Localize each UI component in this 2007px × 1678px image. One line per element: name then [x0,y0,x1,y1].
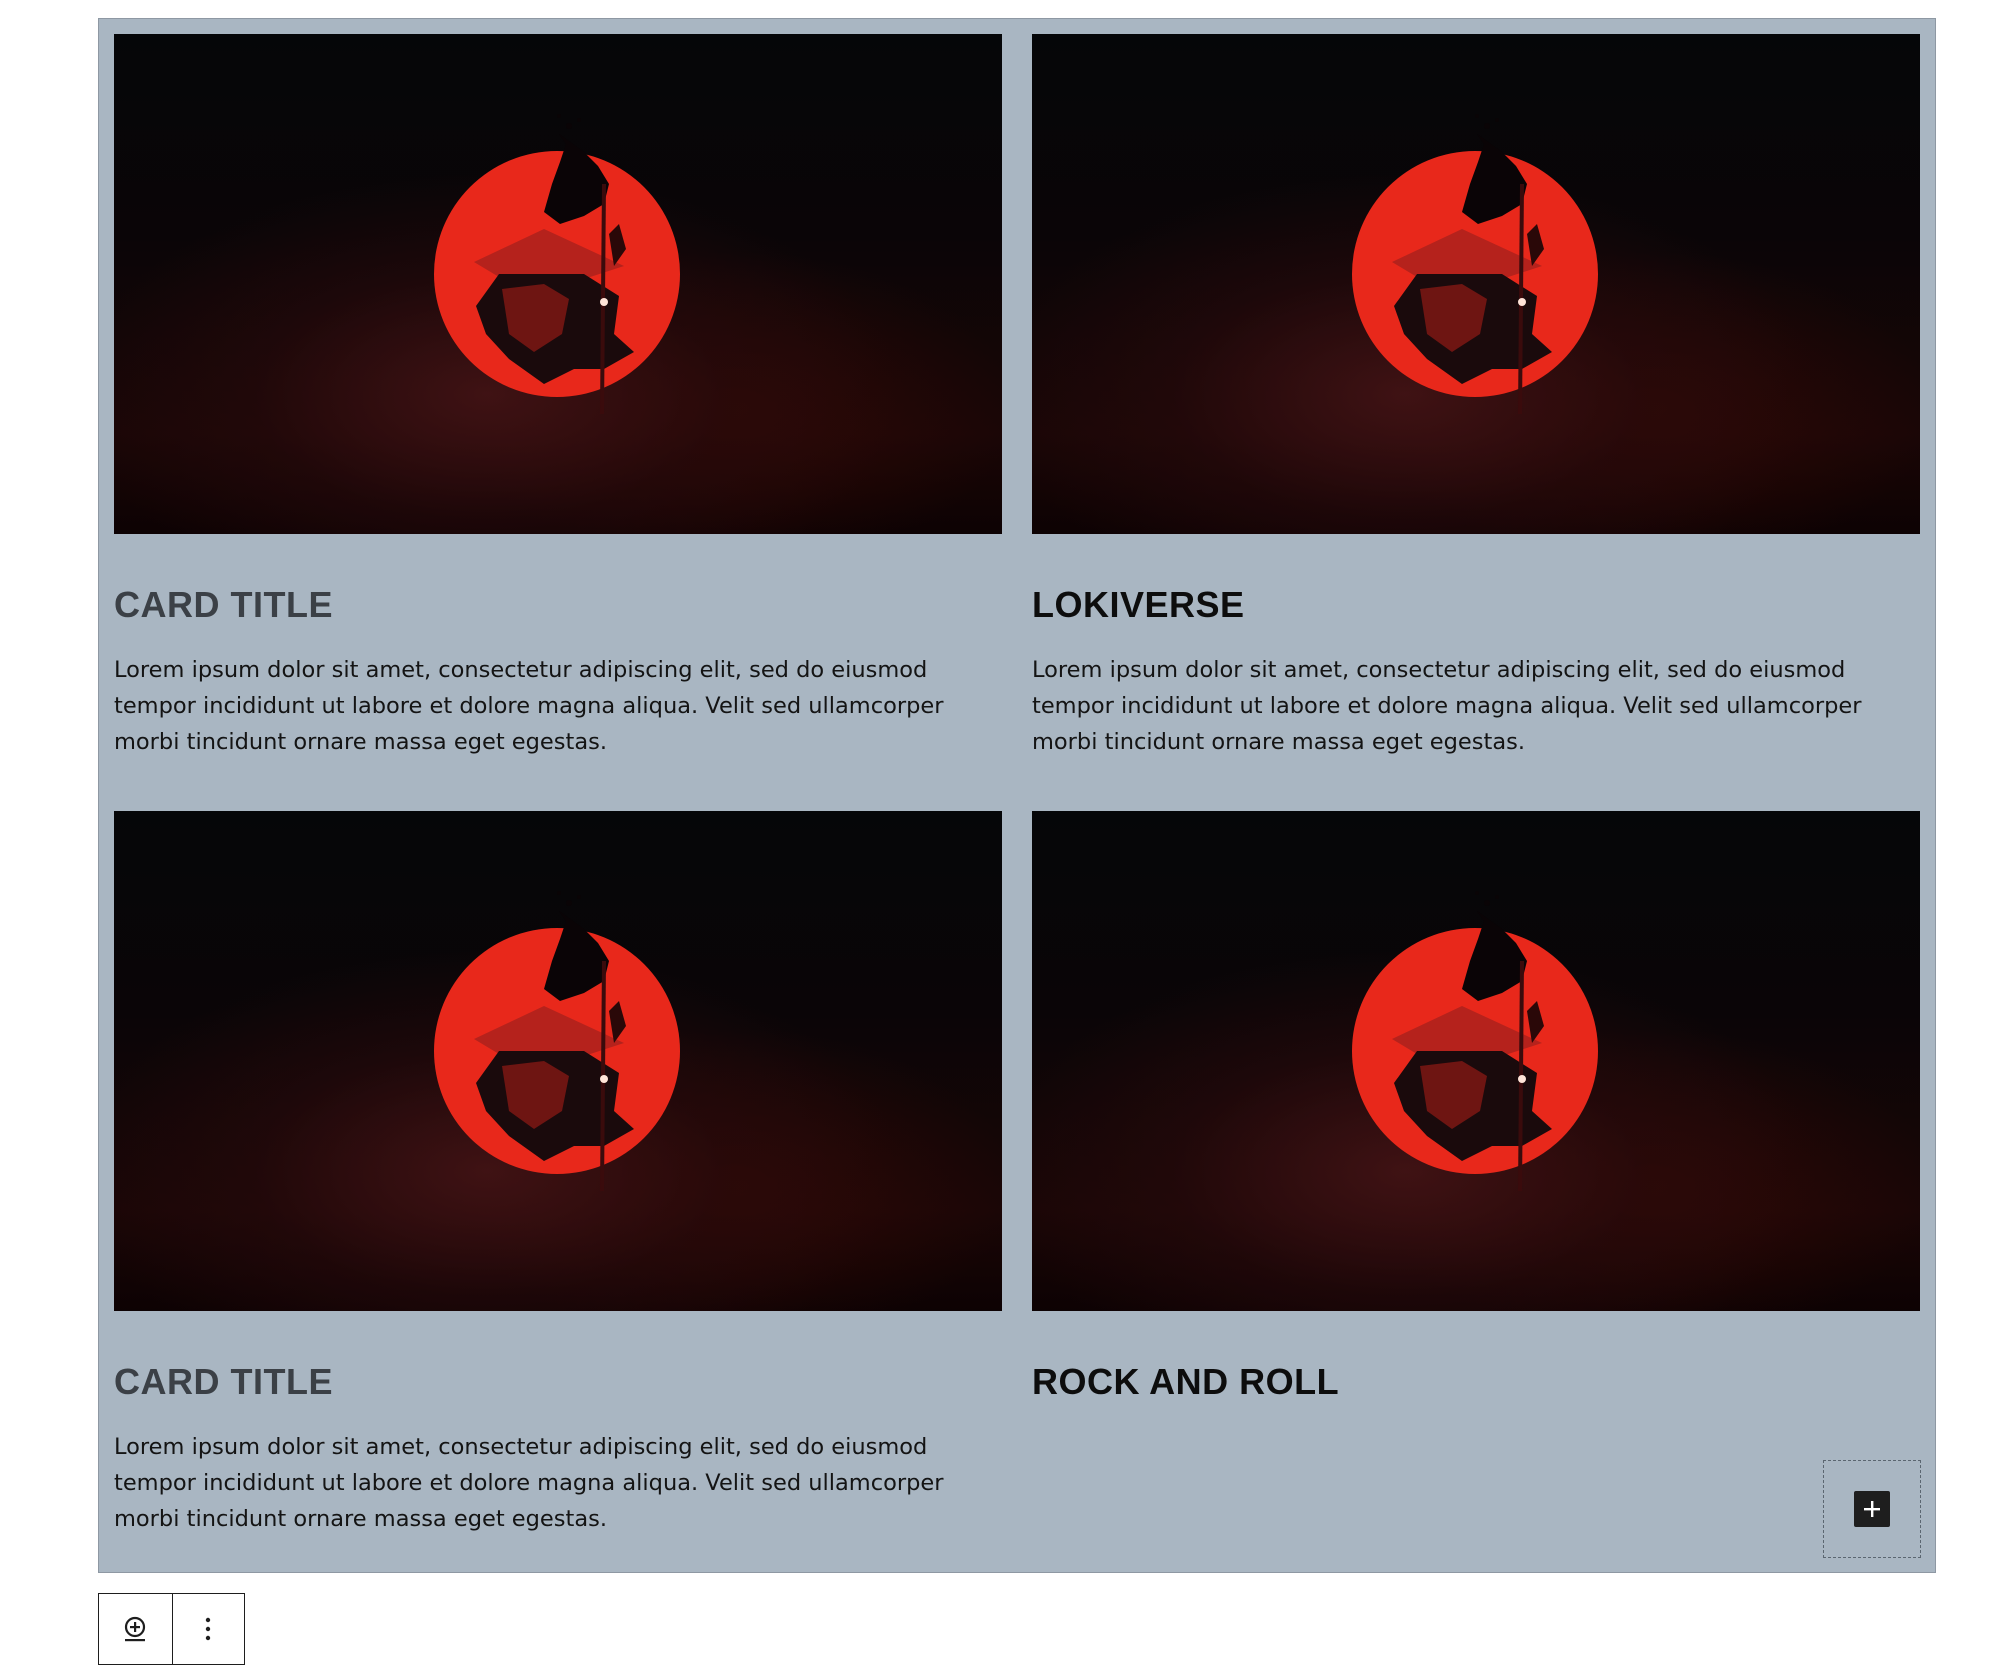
card-title[interactable]: ROCK AND ROLL [1032,1359,1920,1405]
card[interactable]: CARD TITLE Lorem ipsum dolor sit amet, c… [114,34,1002,760]
samurai-artwork [434,891,680,1191]
card-text[interactable]: Lorem ipsum dolor sit amet, consectetur … [1032,652,1932,760]
block-toolbar [98,1593,245,1665]
insert-block-button[interactable] [99,1594,172,1664]
card-title[interactable]: CARD TITLE [114,582,1002,628]
samurai-artwork [1352,891,1598,1191]
card-image[interactable] [114,34,1002,534]
options-button[interactable] [171,1594,245,1664]
card-image[interactable] [1032,811,1920,1311]
card-title[interactable]: CARD TITLE [114,1359,1002,1405]
card-text[interactable]: Lorem ipsum dolor sit amet, consectetur … [114,652,1014,760]
plus-icon [1864,1501,1880,1517]
card[interactable]: LOKIVERSE Lorem ipsum dolor sit amet, co… [1032,34,1920,760]
more-vertical-icon [206,1617,211,1641]
card-grid-block[interactable]: CARD TITLE Lorem ipsum dolor sit amet, c… [98,18,1936,1573]
add-block-icon [125,1616,146,1642]
samurai-artwork [434,114,680,414]
block-appender[interactable] [1823,1460,1921,1558]
samurai-artwork [1352,114,1598,414]
card-title[interactable]: LOKIVERSE [1032,582,1920,628]
card-image[interactable] [114,811,1002,1311]
card-text[interactable]: Lorem ipsum dolor sit amet, consectetur … [114,1429,1014,1537]
card[interactable]: ROCK AND ROLL [1032,811,1920,1405]
card-image[interactable] [1032,34,1920,534]
add-block-button[interactable] [1854,1491,1890,1527]
card[interactable]: CARD TITLE Lorem ipsum dolor sit amet, c… [114,811,1002,1537]
